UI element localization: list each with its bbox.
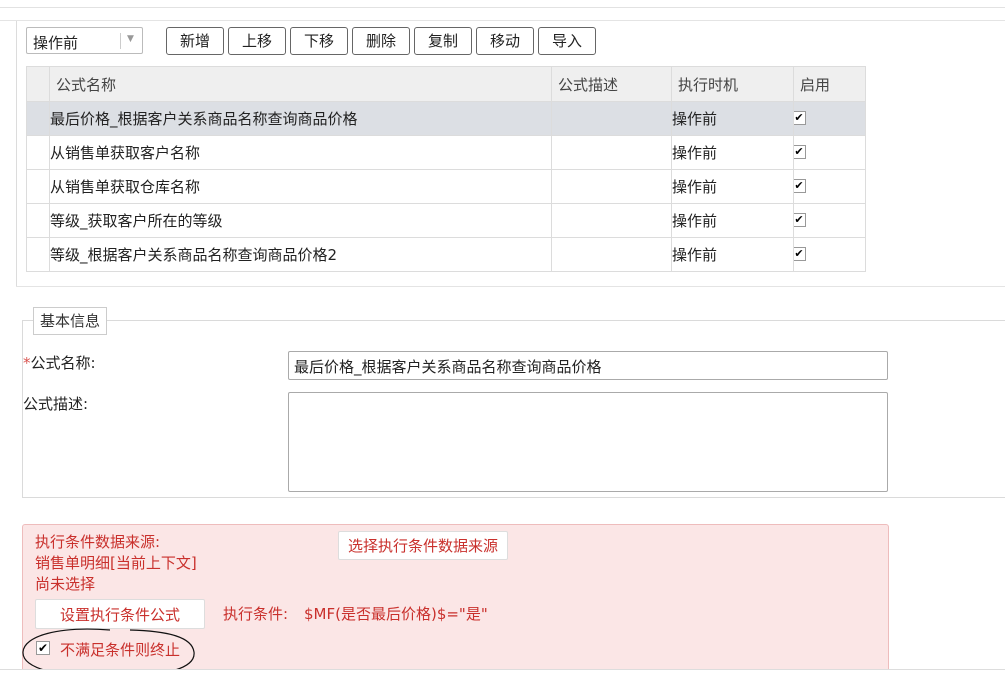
cell-desc[interactable] bbox=[551, 101, 672, 136]
cell-name[interactable]: 最后价格_根据客户关系商品名称查询商品价格 bbox=[49, 101, 552, 136]
formula-name-label: *公式名称: bbox=[23, 352, 96, 373]
enabled-checkbox[interactable]: ✔ bbox=[794, 178, 806, 193]
cell-name[interactable]: 从销售单获取客户名称 bbox=[49, 135, 552, 170]
condition-label: 执行条件: bbox=[223, 605, 289, 623]
section-divider bbox=[16, 286, 1005, 287]
condition-source-status: 尚未选择 bbox=[35, 575, 96, 593]
cell-name[interactable]: 等级_根据客户关系商品名称查询商品价格2 bbox=[49, 237, 552, 272]
cell-enabled[interactable]: ✔ bbox=[793, 237, 866, 272]
formula-name-label-text: 公式名称: bbox=[30, 354, 96, 372]
table-row[interactable]: 最后价格_根据客户关系商品名称查询商品价格 操作前 ✔ bbox=[26, 101, 866, 136]
enabled-checkbox[interactable]: ✔ bbox=[794, 212, 806, 227]
cell-name[interactable]: 等级_获取客户所在的等级 bbox=[49, 203, 552, 238]
formula-name-input[interactable]: 最后价格_根据客户关系商品名称查询商品价格 bbox=[288, 351, 888, 380]
row-header bbox=[26, 237, 50, 272]
cell-desc[interactable] bbox=[551, 237, 672, 272]
cell-name[interactable]: 从销售单获取仓库名称 bbox=[49, 169, 552, 204]
cell-timing[interactable]: 操作前 bbox=[671, 169, 794, 204]
formula-table: 公式名称 公式描述 执行时机 启用 最后价格_根据客户关系商品名称查询商品价格 … bbox=[26, 66, 866, 272]
enabled-checkbox[interactable]: ✔ bbox=[794, 246, 806, 261]
move-up-button[interactable]: 上移 bbox=[228, 27, 286, 55]
condition-source-value: 销售单明细[当前上下文] bbox=[35, 554, 197, 572]
cell-timing[interactable]: 操作前 bbox=[671, 135, 794, 170]
top-border bbox=[0, 0, 1005, 8]
move-button[interactable]: 移动 bbox=[476, 27, 534, 55]
cell-timing[interactable]: 操作前 bbox=[671, 101, 794, 136]
move-down-button[interactable]: 下移 bbox=[290, 27, 348, 55]
cell-timing[interactable]: 操作前 bbox=[671, 237, 794, 272]
cell-enabled[interactable]: ✔ bbox=[793, 169, 866, 204]
table-header-row: 公式名称 公式描述 执行时机 启用 bbox=[26, 66, 866, 102]
left-divider bbox=[16, 21, 17, 286]
col-header-timing[interactable]: 执行时机 bbox=[671, 66, 794, 102]
basic-info-legend: 基本信息 bbox=[33, 307, 108, 335]
col-header-desc[interactable]: 公式描述 bbox=[551, 66, 672, 102]
chevron-down-icon: ▼ bbox=[127, 34, 134, 44]
enabled-checkbox[interactable]: ✔ bbox=[794, 144, 806, 159]
enabled-checkbox[interactable]: ✔ bbox=[794, 110, 806, 125]
cell-enabled[interactable]: ✔ bbox=[793, 135, 866, 170]
formula-desc-textarea[interactable] bbox=[288, 392, 888, 492]
row-header bbox=[26, 169, 50, 204]
cell-desc[interactable] bbox=[551, 169, 672, 204]
timing-select[interactable]: 操作前 ▼ bbox=[26, 27, 143, 54]
required-mark: * bbox=[23, 354, 31, 372]
cell-desc[interactable] bbox=[551, 135, 672, 170]
select-source-button[interactable]: 选择执行条件数据来源 bbox=[338, 531, 508, 560]
cell-timing[interactable]: 操作前 bbox=[671, 203, 794, 238]
copy-button[interactable]: 复制 bbox=[414, 27, 472, 55]
bottom-bar bbox=[0, 669, 1005, 693]
row-header bbox=[26, 135, 50, 170]
condition-source-label: 执行条件数据来源: bbox=[35, 533, 161, 551]
formula-desc-label: 公式描述: bbox=[23, 395, 89, 413]
add-button[interactable]: 新增 bbox=[166, 27, 224, 55]
timing-select-value: 操作前 bbox=[33, 34, 79, 52]
divider bbox=[0, 20, 1005, 21]
col-header-name[interactable]: 公式名称 bbox=[49, 66, 552, 102]
cell-desc[interactable] bbox=[551, 203, 672, 238]
table-row[interactable]: 从销售单获取客户名称 操作前 ✔ bbox=[26, 135, 866, 170]
table-row[interactable]: 等级_获取客户所在的等级 操作前 ✔ bbox=[26, 203, 866, 238]
cell-enabled[interactable]: ✔ bbox=[793, 203, 866, 238]
col-header-enabled[interactable]: 启用 bbox=[793, 66, 866, 102]
table-row[interactable]: 等级_根据客户关系商品名称查询商品价格2 操作前 ✔ bbox=[26, 237, 866, 272]
condition-value: $MF(是否最后价格)$="是" bbox=[304, 605, 488, 623]
row-header bbox=[26, 101, 50, 136]
select-separator bbox=[120, 33, 121, 49]
delete-button[interactable]: 删除 bbox=[352, 27, 410, 55]
cell-enabled[interactable]: ✔ bbox=[793, 101, 866, 136]
row-header-corner bbox=[26, 66, 50, 102]
row-header bbox=[26, 203, 50, 238]
import-button[interactable]: 导入 bbox=[538, 27, 596, 55]
table-row[interactable]: 从销售单获取仓库名称 操作前 ✔ bbox=[26, 169, 866, 204]
